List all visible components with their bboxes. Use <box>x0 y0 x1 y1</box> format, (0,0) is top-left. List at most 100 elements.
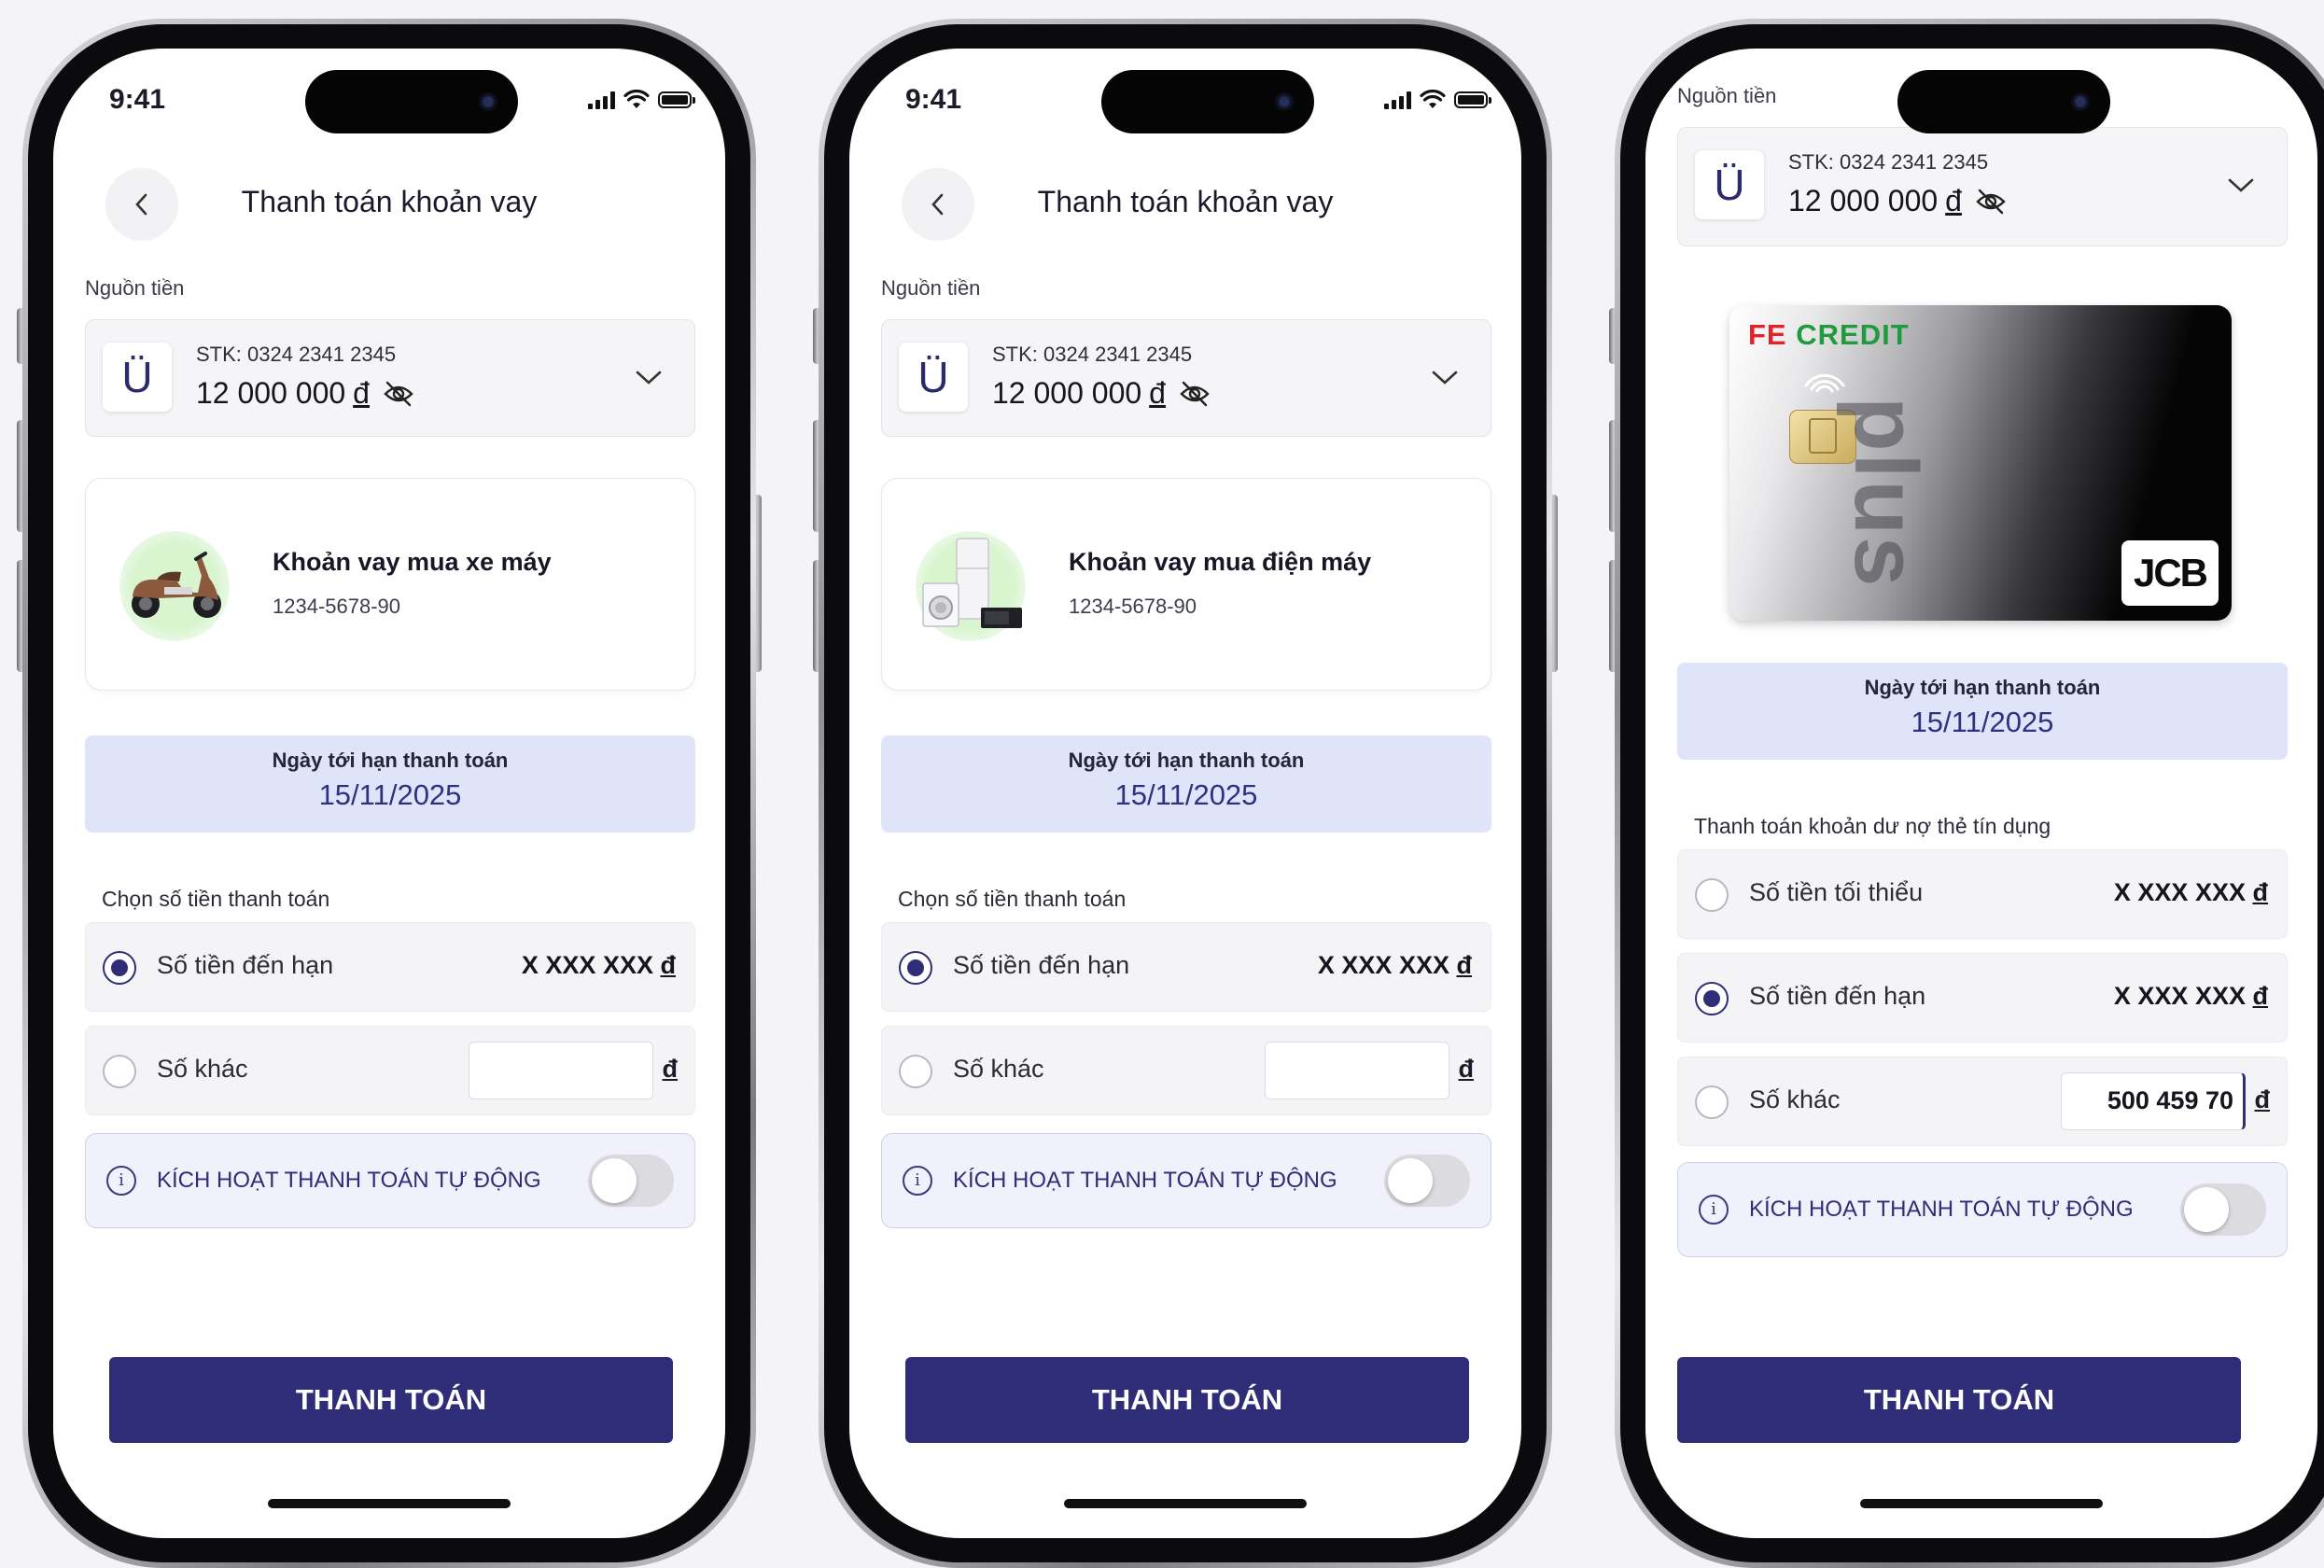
loan-number: 1234-5678-90 <box>273 595 401 618</box>
radio-unselected[interactable] <box>103 1055 136 1088</box>
phone-mockup-1: 9:41 Thanh toán khoản vay Nguồn tiền Ü S… <box>17 19 762 1568</box>
source-selector[interactable]: Ü STK: 0324 2341 2345 12 000 000 đ <box>881 319 1491 437</box>
battery-icon <box>1454 91 1491 108</box>
option-other-amount[interactable]: Số khác đ <box>881 1026 1491 1115</box>
scooter-icon <box>132 552 221 618</box>
credit-card[interactable]: FE CREDIT plus JCB <box>1729 305 2232 621</box>
option-label: Số khác <box>953 1055 1044 1083</box>
currency-symbol: đ <box>1456 951 1473 979</box>
option-due-amount[interactable]: Số tiền đến hạn X XXX XXX đ <box>85 922 695 1012</box>
pay-button[interactable]: THANH TOÁN <box>1677 1357 2241 1443</box>
eye-off-icon[interactable] <box>383 380 414 408</box>
home-indicator <box>1860 1499 2103 1508</box>
amount-section-title: Thanh toán khoản dư nợ thẻ tín dụng <box>1694 814 2051 838</box>
due-date-value: 15/11/2025 <box>1114 778 1258 811</box>
option-label: Số tiền đến hạn <box>953 951 1130 979</box>
appliances-icon <box>922 538 1022 628</box>
currency-symbol: đ <box>662 1055 679 1083</box>
other-amount-input[interactable]: 500 459 70 <box>2061 1072 2246 1130</box>
due-date-value: 15/11/2025 <box>318 778 462 811</box>
account-balance: 12 000 000 đ <box>992 376 1211 411</box>
option-label: Số tiền đến hạn <box>1749 982 1926 1010</box>
due-date-box: Ngày tới hạn thanh toán 15/11/2025 <box>85 735 695 833</box>
source-label: Nguồn tiền <box>85 276 185 300</box>
camera-icon <box>479 92 497 111</box>
radio-selected[interactable] <box>103 951 136 985</box>
option-minimum-amount[interactable]: Số tiền tối thiểu X XXX XXX đ <box>1677 849 2288 939</box>
amount-value: X XXX XXX <box>521 951 653 979</box>
radio-unselected[interactable] <box>899 1055 932 1088</box>
auto-pay-box: i KÍCH HOẠT THANH TOÁN TỰ ĐỘNG <box>881 1133 1491 1228</box>
auto-pay-toggle[interactable] <box>1384 1155 1470 1207</box>
account-number: STK: 0324 2341 2345 <box>992 343 1193 366</box>
due-date-label: Ngày tới hạn thanh toán <box>1864 676 2101 699</box>
radio-unselected[interactable] <box>1695 878 1729 912</box>
option-other-amount[interactable]: Số khác 500 459 70 đ <box>1677 1057 2288 1146</box>
home-indicator <box>1064 1499 1307 1508</box>
status-time: 9:41 <box>905 84 962 115</box>
camera-icon <box>2071 92 2090 111</box>
amount-section-title: Chọn số tiền thanh toán <box>898 887 1127 911</box>
currency-symbol: đ <box>353 376 370 410</box>
balance-value: 12 000 000 <box>992 376 1142 410</box>
dynamic-island <box>1101 70 1314 133</box>
other-amount-input[interactable] <box>1265 1042 1449 1099</box>
bank-logo: Ü <box>103 343 172 412</box>
account-number: STK: 0324 2341 2345 <box>1788 150 1989 174</box>
option-due-amount[interactable]: Số tiền đến hạn X XXX XXX đ <box>881 922 1491 1012</box>
currency-symbol: đ <box>1458 1055 1475 1083</box>
radio-unselected[interactable] <box>1695 1085 1729 1119</box>
pay-button[interactable]: THANH TOÁN <box>109 1357 673 1443</box>
status-icons <box>1384 90 1491 110</box>
auto-pay-toggle[interactable] <box>2180 1183 2266 1236</box>
loan-card[interactable]: Khoản vay mua xe máy 1234-5678-90 <box>85 478 695 691</box>
loan-card[interactable]: Khoản vay mua điện máy 1234-5678-90 <box>881 478 1491 691</box>
screen-1: 9:41 Thanh toán khoản vay Nguồn tiền Ü S… <box>53 49 725 1538</box>
screen-2: 9:41 Thanh toán khoản vay Nguồn tiền Ü S… <box>849 49 1521 1538</box>
source-selector[interactable]: Ü STK: 0324 2341 2345 12 000 000 đ <box>85 319 695 437</box>
logo-credit: CREDIT <box>1796 318 1910 351</box>
home-indicator <box>268 1499 511 1508</box>
currency-symbol: đ <box>1945 184 1962 217</box>
auto-pay-label: KÍCH HOẠT THANH TOÁN TỰ ĐỘNG <box>157 1168 541 1193</box>
balance-value: 12 000 000 <box>1788 184 1939 217</box>
option-amount: X XXX XXX đ <box>2114 982 2268 1011</box>
option-due-amount[interactable]: Số tiền đến hạn X XXX XXX đ <box>1677 953 2288 1043</box>
phone-mockup-3: Nguồn tiền Ü STK: 0324 2341 2345 12 000 … <box>1609 19 2324 1568</box>
source-selector[interactable]: Ü STK: 0324 2341 2345 12 000 000 đ <box>1677 127 2288 246</box>
info-icon[interactable]: i <box>1699 1195 1729 1225</box>
amount-value: X XXX XXX <box>2113 982 2246 1010</box>
dynamic-island <box>305 70 518 133</box>
eye-off-icon[interactable] <box>1179 380 1211 408</box>
info-icon[interactable]: i <box>106 1166 136 1196</box>
pay-button[interactable]: THANH TOÁN <box>905 1357 1469 1443</box>
loan-image <box>119 531 230 641</box>
due-date-box: Ngày tới hạn thanh toán 15/11/2025 <box>1677 663 2288 760</box>
other-amount-input[interactable] <box>469 1042 653 1099</box>
radio-selected[interactable] <box>1695 982 1729 1015</box>
auto-pay-label: KÍCH HOẠT THANH TOÁN TỰ ĐỘNG <box>953 1168 1337 1193</box>
chevron-down-icon <box>2228 178 2254 192</box>
currency-symbol: đ <box>660 951 677 979</box>
dynamic-island <box>1897 70 2110 133</box>
option-label: Số tiền tối thiểu <box>1749 878 1924 906</box>
radio-selected[interactable] <box>899 951 932 985</box>
option-label: Số tiền đến hạn <box>157 951 334 979</box>
balance-value: 12 000 000 <box>196 376 346 410</box>
logo-fe: FE <box>1748 318 1787 351</box>
loan-number: 1234-5678-90 <box>1069 595 1197 618</box>
status-time: 9:41 <box>109 84 166 115</box>
info-icon[interactable]: i <box>903 1166 932 1196</box>
chevron-down-icon <box>1432 371 1458 385</box>
option-label: Số khác <box>1749 1085 1841 1113</box>
wifi-icon <box>623 90 650 108</box>
loan-image <box>916 531 1026 641</box>
option-other-amount[interactable]: Số khác đ <box>85 1026 695 1115</box>
loan-title: Khoản vay mua điện máy <box>1069 548 1372 576</box>
option-amount: X XXX XXX đ <box>522 951 676 980</box>
source-label: Nguồn tiền <box>881 276 981 300</box>
eye-off-icon[interactable] <box>1975 188 2007 216</box>
auto-pay-toggle[interactable] <box>588 1155 674 1207</box>
amount-section-title: Chọn số tiền thanh toán <box>102 887 330 911</box>
signal-icon <box>588 91 615 109</box>
